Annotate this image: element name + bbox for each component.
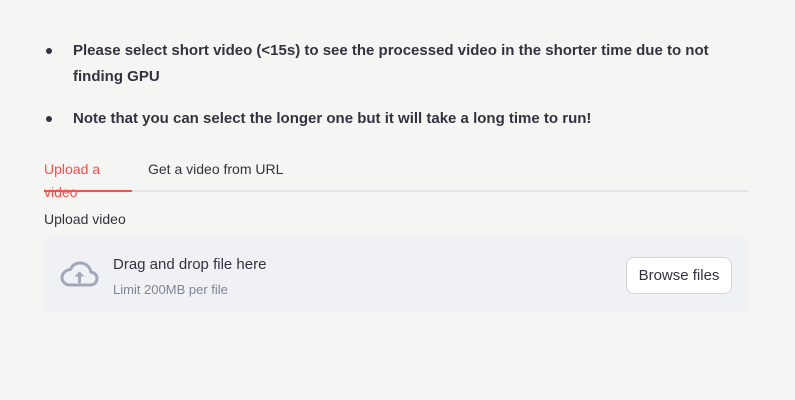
dropzone-instruction: Drag and drop file here (113, 256, 267, 273)
note-text: Note that you can select the longer one … (73, 110, 592, 127)
source-tabs: Upload a video Get a video from URL (44, 158, 748, 200)
note-item: Please select short video (<15s) to see … (44, 38, 748, 90)
tab-video-from-url[interactable]: Get a video from URL (148, 158, 283, 190)
file-dropzone[interactable]: Drag and drop file here Limit 200MB per … (44, 235, 748, 313)
bullet-icon (46, 116, 52, 122)
note-text: Please select short video (<15s) to see … (73, 42, 709, 85)
file-size-limit: Limit 200MB per file (113, 282, 228, 297)
tab-upload-video[interactable]: Upload a video (44, 158, 132, 200)
browse-files-button[interactable]: Browse files (626, 257, 732, 294)
upload-video-label: Upload video (44, 211, 126, 227)
note-item: Note that you can select the longer one … (44, 106, 748, 132)
notes-list: Please select short video (<15s) to see … (44, 38, 748, 132)
cloud-upload-icon (60, 261, 99, 287)
page: Please select short video (<15s) to see … (0, 0, 795, 400)
bullet-icon (46, 48, 52, 54)
